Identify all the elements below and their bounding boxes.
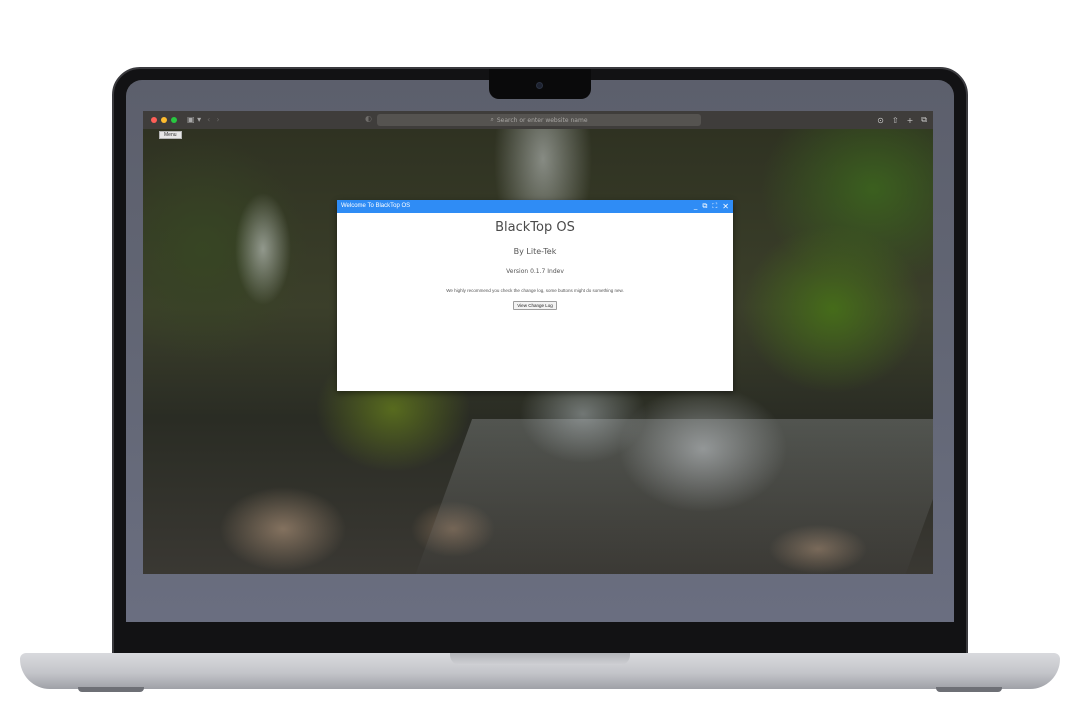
view-change-log-button[interactable]: View Change Log	[513, 301, 557, 310]
privacy-shield-icon[interactable]: ◐	[365, 114, 372, 123]
back-icon[interactable]: ‹	[207, 111, 210, 129]
stream-highlight	[413, 419, 933, 574]
laptop-foot-left	[78, 687, 144, 692]
page-content: Menu Welcome To BlackTop OS _ ⧉ ⛶ ✕ Blac…	[143, 129, 933, 574]
close-icon[interactable]: ✕	[722, 200, 729, 213]
author-byline: By Lite-Tek	[513, 247, 557, 256]
address-bar[interactable]: ⌕ Search or enter website name	[377, 114, 701, 126]
fullscreen-window-icon[interactable]	[171, 117, 177, 123]
minimize-icon[interactable]: _	[694, 200, 698, 213]
share-icon[interactable]: ⇧	[892, 116, 899, 125]
toolbar-right-actions: ⊙ ⇧ + ⧉	[877, 111, 927, 129]
trackpad-notch	[450, 653, 630, 665]
version-label: Version 0.1.7 Indev	[506, 268, 564, 275]
search-icon: ⌕	[490, 116, 494, 123]
address-placeholder: Search or enter website name	[496, 116, 588, 124]
welcome-window: Welcome To BlackTop OS _ ⧉ ⛶ ✕ BlackTop …	[337, 200, 733, 391]
window-traffic-lights	[151, 117, 177, 123]
changelog-note: We highly recommend you check the change…	[446, 288, 624, 293]
camera-icon	[536, 82, 543, 89]
tab-overview-icon[interactable]: ⧉	[921, 115, 927, 125]
menu-button[interactable]: Menu	[159, 131, 182, 139]
restore-icon[interactable]: ⧉	[702, 200, 707, 213]
browser-window: ▣ ▾ ‹ › ◐ ⌕ Search or enter website name…	[143, 111, 933, 574]
window-titlebar[interactable]: Welcome To BlackTop OS _ ⧉ ⛶ ✕	[337, 200, 733, 213]
maximize-icon[interactable]: ⛶	[712, 200, 717, 213]
new-tab-icon[interactable]: +	[907, 116, 914, 125]
laptop-foot-right	[936, 687, 1002, 692]
sidebar-toggle-icon[interactable]: ▣ ▾	[187, 111, 201, 129]
close-window-icon[interactable]	[151, 117, 157, 123]
window-title: Welcome To BlackTop OS	[341, 203, 411, 209]
minimize-window-icon[interactable]	[161, 117, 167, 123]
window-controls: _ ⧉ ⛶ ✕	[694, 200, 729, 213]
browser-toolbar: ▣ ▾ ‹ › ◐ ⌕ Search or enter website name…	[143, 111, 933, 129]
downloads-icon[interactable]: ⊙	[877, 116, 884, 125]
os-heading: BlackTop OS	[495, 220, 575, 235]
forward-icon[interactable]: ›	[216, 111, 219, 129]
window-body: BlackTop OS By Lite-Tek Version 0.1.7 In…	[337, 220, 733, 312]
